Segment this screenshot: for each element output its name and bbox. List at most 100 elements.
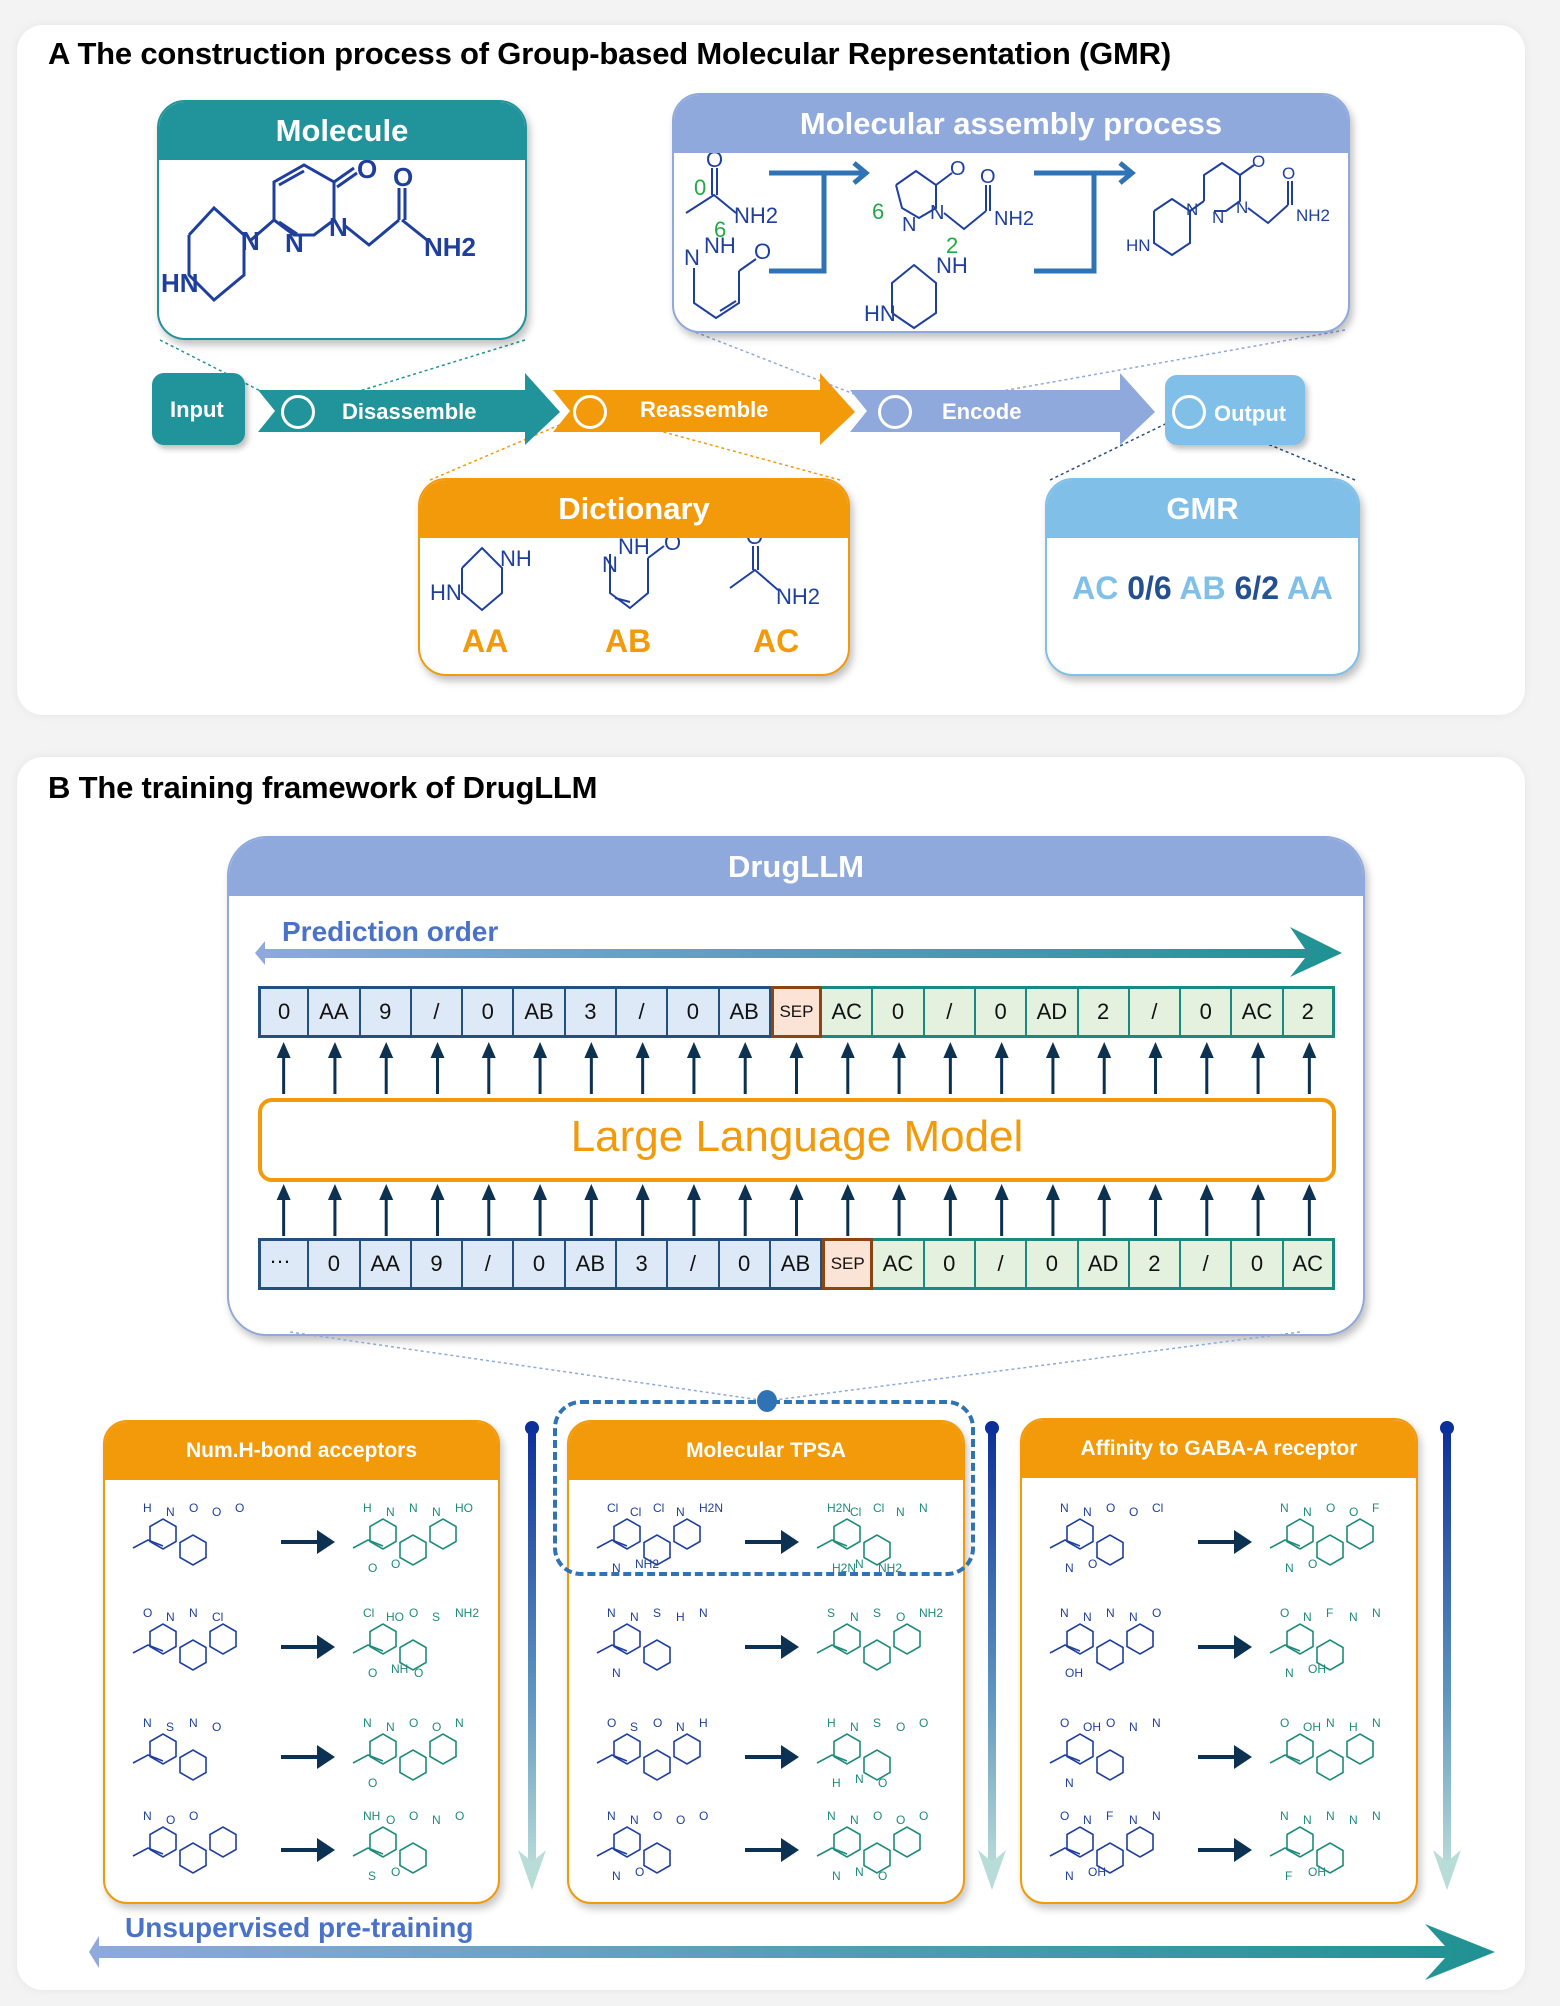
atom-label: HO	[455, 1501, 473, 1515]
atom-label: N	[855, 1865, 864, 1879]
atom-label: O	[189, 1501, 198, 1515]
atom-label: O	[1060, 1809, 1069, 1823]
atom-label: H	[832, 1776, 841, 1790]
atom-label: N	[1372, 1809, 1381, 1823]
atom-label: N	[1372, 1606, 1381, 1620]
atom-label: O	[1060, 1716, 1069, 1730]
atom-label: O	[635, 1865, 644, 1879]
atom-label: N	[850, 1720, 859, 1734]
atom-label: OH	[1303, 1720, 1321, 1734]
atom-label: O	[607, 1716, 616, 1730]
atom-label: N	[432, 1813, 441, 1827]
atom-label: O	[166, 1813, 175, 1827]
atom-label: S	[630, 1720, 638, 1734]
atom-label: O	[919, 1809, 928, 1823]
atom-label: N	[1303, 1505, 1312, 1519]
atom-label: S	[873, 1716, 881, 1730]
molecule-pair: N N N N OOHO N F N NN OH	[1049, 1606, 1381, 1680]
right-arrow-icon	[1198, 1530, 1252, 1554]
atom-label: O	[391, 1865, 400, 1879]
atom-label: N	[386, 1720, 395, 1734]
right-arrow-icon	[281, 1745, 335, 1769]
atom-label: O	[1088, 1557, 1097, 1571]
atom-label: O	[1106, 1716, 1115, 1730]
atom-label: O	[1129, 1505, 1138, 1519]
atom-label: N	[1152, 1809, 1161, 1823]
atom-label: N	[607, 1606, 616, 1620]
atom-label: N	[386, 1505, 395, 1519]
atom-label: O	[386, 1813, 395, 1827]
right-arrow-icon	[1198, 1745, 1252, 1769]
molecule-pairs-layer: H N O O O H N N N HOO OO N N Cl Cl HO O S NH2O NH ON S N O N N O O N…	[132, 1501, 1381, 1883]
highlight-dot-icon	[757, 1390, 777, 1412]
atom-label: O	[873, 1809, 882, 1823]
atom-label: O	[896, 1813, 905, 1827]
atom-label: O	[1326, 1501, 1335, 1515]
atom-label: OH	[1083, 1720, 1101, 1734]
atom-label: F	[1326, 1606, 1333, 1620]
atom-label: O	[1152, 1606, 1161, 1620]
atom-label: O	[896, 1720, 905, 1734]
atom-label: Cl	[212, 1610, 223, 1624]
molecule-pair: N N S H NNS N S O NH2	[596, 1606, 943, 1680]
atom-label: N	[699, 1606, 708, 1620]
molecule-pair: N S N O N N O O NO	[132, 1716, 464, 1790]
molecule-pair: O N F N NN OHN N N N NF OH	[1049, 1809, 1381, 1883]
atom-label: N	[1285, 1666, 1294, 1680]
atom-label: O	[919, 1716, 928, 1730]
atom-label: NH	[363, 1809, 380, 1823]
atom-label: N	[827, 1809, 836, 1823]
atom-label: O	[1106, 1501, 1115, 1515]
atom-label: N	[1065, 1561, 1074, 1575]
atom-label: O	[653, 1716, 662, 1730]
atom-label: O	[235, 1501, 244, 1515]
atom-label: N	[850, 1813, 859, 1827]
right-arrow-icon	[281, 1838, 335, 1862]
atom-label: NH	[391, 1662, 408, 1676]
atom-label: N	[363, 1716, 372, 1730]
atom-label: NH2	[919, 1606, 943, 1620]
atom-label: O	[368, 1666, 377, 1680]
atom-label: N	[166, 1505, 175, 1519]
molecule-pair: N O O NH O O N OS O	[132, 1809, 464, 1883]
right-arrow-icon	[1198, 1838, 1252, 1862]
atom-label: H	[676, 1610, 685, 1624]
atom-label: O	[409, 1716, 418, 1730]
atom-label: O	[878, 1776, 887, 1790]
atom-label: N	[1303, 1610, 1312, 1624]
atom-label: N	[832, 1869, 841, 1883]
atom-label: N	[432, 1505, 441, 1519]
molecule-pair: N N O O ClN ON N O O FN O	[1049, 1501, 1379, 1575]
atom-label: N	[166, 1610, 175, 1624]
atom-label: Cl	[1152, 1501, 1163, 1515]
atom-label: O	[1308, 1557, 1317, 1571]
atom-label: N	[143, 1809, 152, 1823]
atom-label: H	[827, 1716, 836, 1730]
atom-label: S	[873, 1606, 881, 1620]
atom-label: N	[676, 1720, 685, 1734]
atom-label: O	[143, 1606, 152, 1620]
atom-label: O	[1280, 1716, 1289, 1730]
atom-label: O	[212, 1720, 221, 1734]
atom-label: S	[368, 1869, 376, 1883]
atom-label: S	[166, 1720, 174, 1734]
atom-label: N	[1129, 1813, 1138, 1827]
atom-label: O	[414, 1666, 423, 1680]
atom-label: N	[1349, 1813, 1358, 1827]
atom-label: S	[653, 1606, 661, 1620]
atom-label: N	[1106, 1606, 1115, 1620]
atom-label: N	[455, 1716, 464, 1730]
atom-label: O	[432, 1720, 441, 1734]
molecule-pair: O OH O N NNO OH N H N	[1049, 1716, 1381, 1790]
atom-label: N	[409, 1501, 418, 1515]
atom-label: N	[1285, 1561, 1294, 1575]
atom-label: O	[368, 1561, 377, 1575]
atom-label: O	[699, 1809, 708, 1823]
atom-label: N	[1349, 1610, 1358, 1624]
atom-label: N	[1129, 1720, 1138, 1734]
atom-label: S	[432, 1610, 440, 1624]
atom-label: O	[409, 1606, 418, 1620]
atom-label: N	[630, 1813, 639, 1827]
atom-label: O	[1280, 1606, 1289, 1620]
molecule-pair: N N O O ON ON N O O ON N O	[596, 1809, 928, 1883]
